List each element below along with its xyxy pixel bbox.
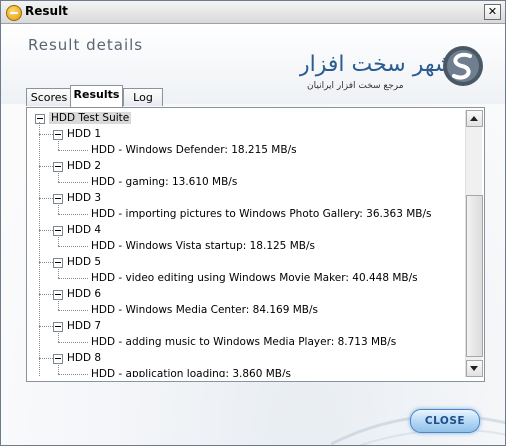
tree-result-item[interactable]: HDD - application loading: 3.860 MB/s bbox=[91, 367, 291, 377]
scroll-thumb[interactable] bbox=[466, 195, 483, 357]
tree-line bbox=[39, 262, 53, 263]
tree-line bbox=[58, 171, 59, 182]
tree-line bbox=[58, 246, 88, 247]
tree-result-item[interactable]: HDD - Windows Defender: 18.215 MB/s bbox=[91, 143, 297, 157]
logo-name-text: شهر سخت افزار bbox=[299, 52, 453, 77]
tree-line bbox=[39, 134, 53, 135]
window-close-icon[interactable]: ✕ bbox=[484, 4, 501, 20]
tree-group-label: HDD 3 bbox=[67, 192, 102, 204]
tree-line bbox=[58, 214, 88, 215]
tree-line bbox=[58, 150, 88, 151]
logo-tagline-text: مرجع سخت افزار ایرانیان bbox=[307, 81, 404, 91]
results-tree[interactable]: HDD Test Suite HDD 1 HDD - Windows Defende… bbox=[29, 110, 463, 377]
tree-group-item[interactable]: HDD 3 bbox=[53, 191, 101, 205]
tree-line bbox=[58, 278, 88, 279]
tree-group-item[interactable]: HDD 2 bbox=[53, 159, 101, 173]
tree-result-item[interactable]: HDD - Windows Vista startup: 18.125 MB/s bbox=[91, 239, 315, 253]
result-window: Result ✕ Result details شهر سخت افزار مر… bbox=[0, 0, 506, 446]
tree-line bbox=[39, 122, 40, 377]
tree-line bbox=[58, 331, 59, 342]
tree-result-item[interactable]: HDD - Windows Media Center: 84.169 MB/s bbox=[91, 303, 318, 317]
tree-line bbox=[58, 203, 59, 214]
tree-line bbox=[39, 166, 53, 167]
tree-group-item[interactable]: HDD 7 bbox=[53, 319, 101, 333]
tab-scores[interactable]: Scores bbox=[26, 88, 72, 106]
tree-line bbox=[39, 230, 53, 231]
scroll-up-icon[interactable] bbox=[466, 110, 483, 127]
tab-results[interactable]: Results bbox=[70, 85, 123, 107]
tree-group-label: HDD 6 bbox=[67, 288, 102, 300]
tree-line bbox=[58, 267, 59, 278]
vertical-scrollbar[interactable] bbox=[465, 110, 483, 377]
tree-line bbox=[39, 358, 53, 359]
window-title: Result bbox=[25, 4, 68, 18]
tree-group-label: HDD 8 bbox=[67, 352, 102, 364]
tree-result-item[interactable]: HDD - video editing using Windows Movie … bbox=[91, 271, 418, 285]
tree-root[interactable]: HDD Test Suite bbox=[35, 111, 132, 125]
tree-root-label: HDD Test Suite bbox=[49, 112, 132, 124]
tree-line bbox=[58, 182, 88, 183]
window-client-area: Result details شهر سخت افزار مرجع سخت اف… bbox=[1, 24, 505, 445]
close-button[interactable]: CLOSE bbox=[410, 409, 480, 433]
scroll-down-icon[interactable] bbox=[466, 360, 483, 377]
tree-line bbox=[39, 198, 53, 199]
tree-group-label: HDD 2 bbox=[67, 160, 102, 172]
tree-result-item[interactable]: HDD - gaming: 13.610 MB/s bbox=[91, 175, 237, 189]
tree-result-item[interactable]: HDD - adding music to Windows Media Play… bbox=[91, 335, 396, 349]
tree-line bbox=[58, 299, 59, 310]
page-title: Result details bbox=[28, 36, 144, 54]
brand-logo: شهر سخت افزار مرجع سخت افزار ایرانیان bbox=[299, 46, 483, 91]
tree-line bbox=[58, 374, 88, 375]
tree-group-item[interactable]: HDD 5 bbox=[53, 255, 101, 269]
tree-group-label: HDD 4 bbox=[67, 224, 102, 236]
collapse-icon[interactable] bbox=[35, 114, 45, 124]
tree-line bbox=[58, 235, 59, 246]
tree-group-item[interactable]: HDD 8 bbox=[53, 351, 101, 365]
tree-line bbox=[58, 139, 59, 150]
tree-group-item[interactable]: HDD 1 bbox=[53, 127, 101, 141]
tree-group-label: HDD 1 bbox=[67, 128, 102, 140]
tree-group-label: HDD 7 bbox=[67, 320, 102, 332]
tree-line bbox=[39, 294, 53, 295]
tree-line bbox=[58, 342, 88, 343]
tree-line bbox=[58, 363, 59, 374]
results-panel: HDD Test Suite HDD 1 HDD - Windows Defende… bbox=[26, 107, 485, 382]
tree-group-item[interactable]: HDD 4 bbox=[53, 223, 101, 237]
logo-emblem-icon bbox=[443, 46, 483, 86]
app-icon bbox=[6, 5, 22, 21]
title-bar[interactable]: Result ✕ bbox=[1, 1, 505, 24]
tree-group-item[interactable]: HDD 6 bbox=[53, 287, 101, 301]
tree-group-label: HDD 5 bbox=[67, 256, 102, 268]
tree-line bbox=[58, 310, 88, 311]
tree-result-item[interactable]: HDD - importing pictures to Windows Phot… bbox=[91, 207, 432, 221]
tree-line bbox=[39, 326, 53, 327]
tab-log[interactable]: Log bbox=[123, 88, 163, 106]
